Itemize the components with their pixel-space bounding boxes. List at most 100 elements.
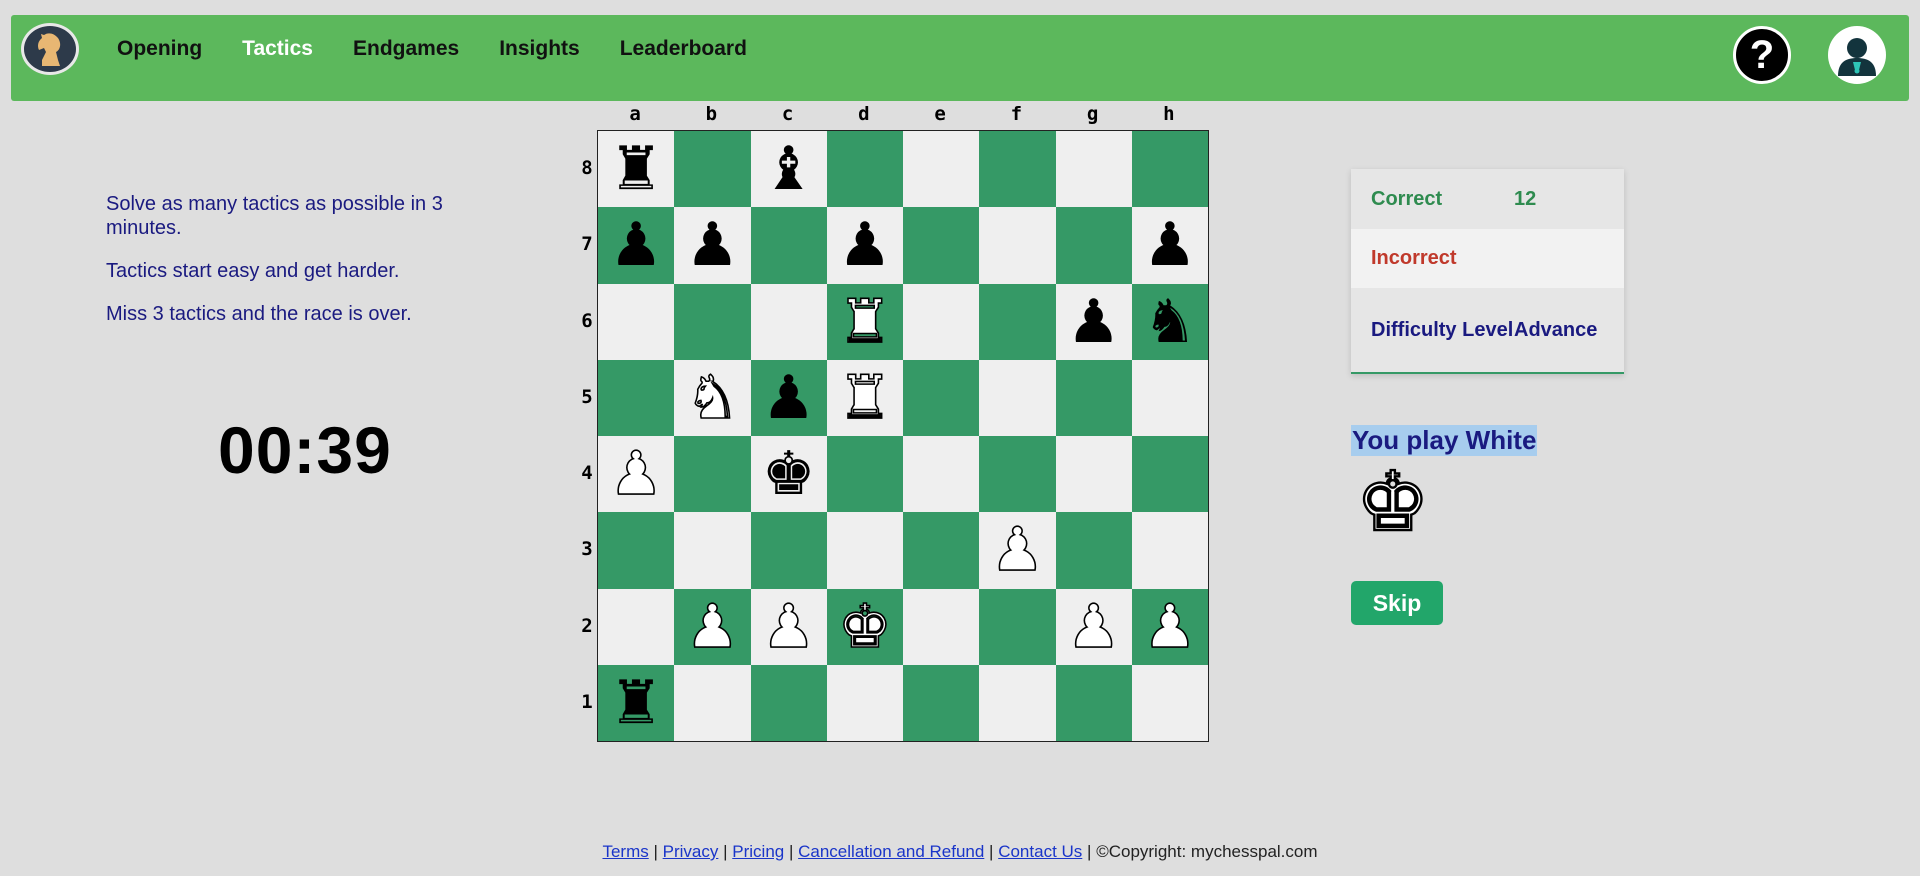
skip-button[interactable]: Skip — [1351, 581, 1443, 625]
square-d4[interactable] — [826, 436, 903, 513]
square-f8[interactable] — [979, 131, 1056, 208]
black-rook-icon[interactable]: ♜ — [609, 673, 663, 733]
black-pawn-icon[interactable]: ♟ — [762, 368, 816, 428]
black-knight-icon[interactable]: ♞ — [1143, 292, 1197, 352]
square-c8[interactable]: ♝ — [750, 131, 827, 208]
white-rook-icon[interactable]: ♜ — [837, 291, 892, 353]
white-pawn-icon[interactable]: ♟ — [685, 596, 740, 658]
square-f2[interactable] — [979, 588, 1056, 665]
square-h3[interactable] — [1131, 512, 1208, 589]
white-knight-icon[interactable]: ♞ — [685, 367, 740, 429]
square-a6[interactable] — [598, 283, 675, 360]
square-d6[interactable]: ♜ — [826, 283, 903, 360]
help-icon[interactable]: ? — [1733, 26, 1791, 84]
chess-board[interactable]: ♜ ♝ ♟ ♟ ♟ ♟ ♜ ♟ ♞ ♞ ♟ ♜ ♟ ♚ ♟ ♟ ♟ ♚ ♟ ♟ ♜ — [597, 130, 1209, 742]
square-h7[interactable]: ♟ — [1131, 207, 1208, 284]
square-a4[interactable]: ♟ — [598, 436, 675, 513]
square-a5[interactable] — [598, 359, 675, 436]
black-pawn-icon[interactable]: ♟ — [609, 215, 663, 275]
square-c3[interactable] — [750, 512, 827, 589]
square-a3[interactable] — [598, 512, 675, 589]
square-g5[interactable] — [1055, 359, 1132, 436]
square-f4[interactable] — [979, 436, 1056, 513]
square-h2[interactable]: ♟ — [1131, 588, 1208, 665]
white-pawn-icon[interactable]: ♟ — [761, 596, 816, 658]
square-f3[interactable]: ♟ — [979, 512, 1056, 589]
square-g6[interactable]: ♟ — [1055, 283, 1132, 360]
square-d8[interactable] — [826, 131, 903, 208]
square-b6[interactable] — [674, 283, 751, 360]
white-pawn-icon[interactable]: ♟ — [608, 443, 663, 505]
square-g4[interactable] — [1055, 436, 1132, 513]
square-h8[interactable] — [1131, 131, 1208, 208]
square-b5[interactable]: ♞ — [674, 359, 751, 436]
square-e7[interactable] — [903, 207, 980, 284]
white-pawn-icon[interactable]: ♟ — [990, 520, 1045, 582]
square-a7[interactable]: ♟ — [598, 207, 675, 284]
white-king-icon[interactable]: ♚ — [837, 596, 892, 658]
nav-opening[interactable]: Opening — [106, 37, 222, 61]
square-d2[interactable]: ♚ — [826, 588, 903, 665]
square-g2[interactable]: ♟ — [1055, 588, 1132, 665]
privacy-link[interactable]: Privacy — [663, 842, 719, 861]
square-c1[interactable] — [750, 664, 827, 741]
square-c2[interactable]: ♟ — [750, 588, 827, 665]
square-c5[interactable]: ♟ — [750, 359, 827, 436]
white-rook-icon[interactable]: ♜ — [837, 367, 892, 429]
square-e5[interactable] — [903, 359, 980, 436]
square-f1[interactable] — [979, 664, 1056, 741]
black-king-icon[interactable]: ♚ — [762, 444, 816, 504]
square-h5[interactable] — [1131, 359, 1208, 436]
square-b7[interactable]: ♟ — [674, 207, 751, 284]
square-b8[interactable] — [674, 131, 751, 208]
contact-link[interactable]: Contact Us — [998, 842, 1082, 861]
square-h1[interactable] — [1131, 664, 1208, 741]
square-a2[interactable] — [598, 588, 675, 665]
square-f5[interactable] — [979, 359, 1056, 436]
square-a8[interactable]: ♜ — [598, 131, 675, 208]
nav-tactics[interactable]: Tactics — [222, 37, 333, 61]
terms-link[interactable]: Terms — [602, 842, 648, 861]
square-d7[interactable]: ♟ — [826, 207, 903, 284]
square-e3[interactable] — [903, 512, 980, 589]
square-b3[interactable] — [674, 512, 751, 589]
square-e2[interactable] — [903, 588, 980, 665]
white-pawn-icon[interactable]: ♟ — [1066, 596, 1121, 658]
square-f6[interactable] — [979, 283, 1056, 360]
refund-link[interactable]: Cancellation and Refund — [798, 842, 984, 861]
square-a1[interactable]: ♜ — [598, 664, 675, 741]
black-pawn-icon[interactable]: ♟ — [685, 215, 739, 275]
black-rook-icon[interactable]: ♜ — [609, 139, 663, 199]
square-h4[interactable] — [1131, 436, 1208, 513]
logo-knight-icon[interactable] — [21, 23, 79, 75]
user-avatar-icon[interactable] — [1828, 26, 1886, 84]
black-pawn-icon[interactable]: ♟ — [1067, 292, 1121, 352]
white-pawn-icon[interactable]: ♟ — [1142, 596, 1197, 658]
square-h6[interactable]: ♞ — [1131, 283, 1208, 360]
square-g1[interactable] — [1055, 664, 1132, 741]
pricing-link[interactable]: Pricing — [732, 842, 784, 861]
nav-endgames[interactable]: Endgames — [333, 37, 479, 61]
square-f7[interactable] — [979, 207, 1056, 284]
square-e4[interactable] — [903, 436, 980, 513]
black-pawn-icon[interactable]: ♟ — [838, 215, 892, 275]
square-g8[interactable] — [1055, 131, 1132, 208]
black-pawn-icon[interactable]: ♟ — [1143, 215, 1197, 275]
square-b1[interactable] — [674, 664, 751, 741]
square-e1[interactable] — [903, 664, 980, 741]
square-d3[interactable] — [826, 512, 903, 589]
square-b4[interactable] — [674, 436, 751, 513]
square-b2[interactable]: ♟ — [674, 588, 751, 665]
nav-leaderboard[interactable]: Leaderboard — [600, 37, 767, 61]
square-g7[interactable] — [1055, 207, 1132, 284]
square-d5[interactable]: ♜ — [826, 359, 903, 436]
square-e8[interactable] — [903, 131, 980, 208]
square-g3[interactable] — [1055, 512, 1132, 589]
square-c4[interactable]: ♚ — [750, 436, 827, 513]
square-c6[interactable] — [750, 283, 827, 360]
black-bishop-icon[interactable]: ♝ — [762, 139, 816, 199]
square-c7[interactable] — [750, 207, 827, 284]
nav-insights[interactable]: Insights — [479, 37, 600, 61]
square-d1[interactable] — [826, 664, 903, 741]
square-e6[interactable] — [903, 283, 980, 360]
